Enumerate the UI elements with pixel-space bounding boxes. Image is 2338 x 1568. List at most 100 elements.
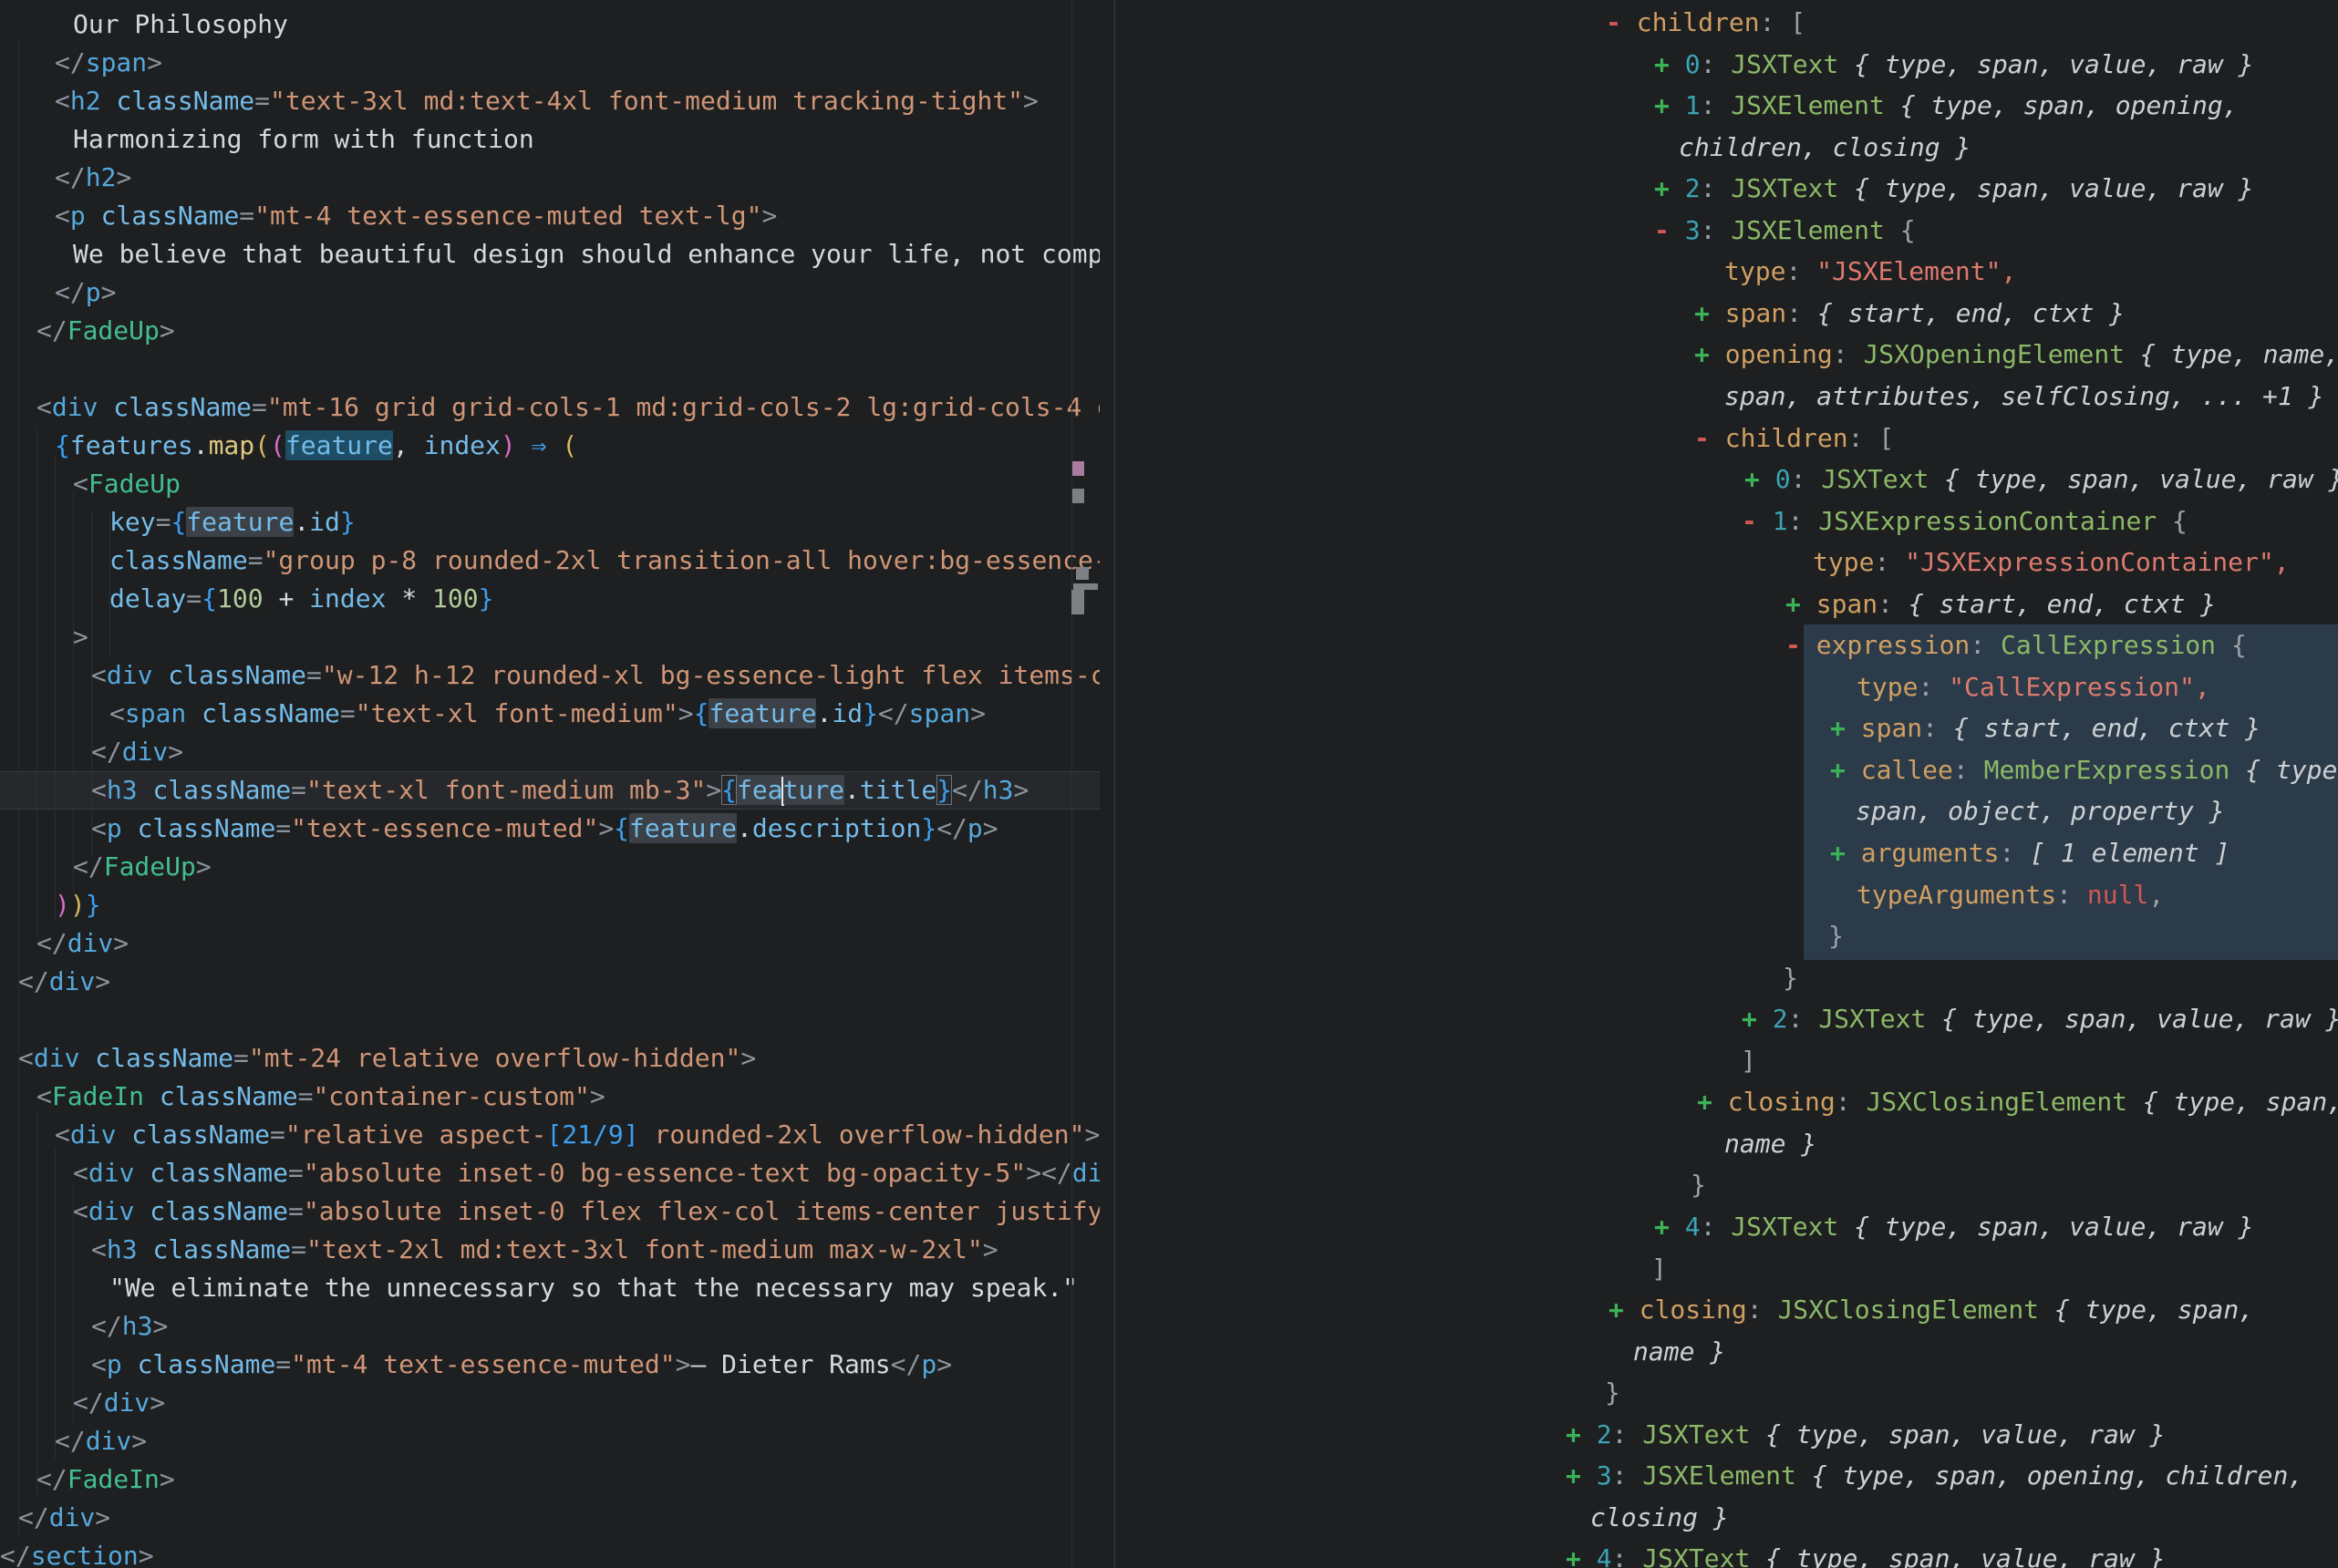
expand-icon[interactable]: + — [1830, 755, 1861, 785]
code-line[interactable]: </h3> — [91, 1307, 168, 1346]
ast-row[interactable]: + 2: JSXText { type, span, value, raw } — [1566, 1414, 2165, 1456]
code-line[interactable]: <p className="mt-4 text-essence-muted te… — [55, 197, 777, 235]
occurrence-mark — [1071, 590, 1084, 614]
ast-row[interactable]: + 4: JSXText { type, span, value, raw } — [1566, 1538, 2165, 1568]
ast-row: } — [1691, 1164, 1706, 1206]
code-line[interactable]: <FadeIn className="container-custom"> — [36, 1078, 605, 1116]
code-line[interactable]: > — [73, 618, 88, 656]
code-line[interactable]: className="group p-8 rounded-2xl transit… — [109, 542, 1100, 580]
code-line[interactable]: </div> — [55, 1422, 147, 1460]
occurrence-mark — [1072, 489, 1084, 503]
expand-icon[interactable]: + — [1566, 1543, 1597, 1568]
code-line[interactable]: </p> — [55, 273, 116, 312]
code-editor-pane[interactable]: Our Philosophy</span><h2 className="text… — [0, 0, 1100, 1568]
ast-row[interactable]: + closing: JSXClosingElement { type, spa… — [1609, 1289, 2254, 1331]
expand-icon[interactable]: + — [1744, 464, 1775, 494]
selection-mark — [1072, 461, 1084, 476]
code-line[interactable]: </div> — [36, 924, 129, 963]
ast-row[interactable]: - expression: CallExpression { — [1785, 624, 2247, 666]
ast-row: } — [1605, 1372, 1620, 1414]
expand-icon[interactable]: + — [1785, 589, 1816, 619]
code-line[interactable]: delay={100 + index * 100} — [109, 580, 493, 618]
expand-icon[interactable]: + — [1654, 1212, 1685, 1242]
ast-row[interactable]: - 1: JSXExpressionContainer { — [1742, 500, 2188, 542]
ast-tree-pane: - children: [+ 0: JSXText { type, span, … — [1115, 0, 2338, 1568]
code-line[interactable]: <h3 className="text-xl font-medium mb-3"… — [91, 771, 1029, 810]
indent-guide — [36, 1112, 37, 1495]
code-line[interactable]: Our Philosophy — [73, 5, 288, 44]
ast-row[interactable]: - 3: JSXElement { — [1654, 210, 1916, 252]
expand-icon[interactable]: + — [1742, 1004, 1773, 1034]
collapse-icon[interactable]: - — [1694, 423, 1725, 453]
code-line[interactable]: </div> — [18, 1499, 110, 1537]
ast-row: name } — [1724, 1123, 1816, 1165]
expand-icon[interactable]: + — [1830, 713, 1861, 743]
expand-icon[interactable]: + — [1654, 90, 1685, 120]
ast-row[interactable]: + span: { start, end, ctxt } — [1785, 583, 2216, 625]
code-line[interactable]: </section> — [0, 1537, 154, 1568]
code-line[interactable]: ))} — [55, 886, 101, 924]
expand-icon[interactable]: + — [1694, 298, 1725, 328]
expand-icon[interactable]: + — [1566, 1460, 1597, 1491]
ast-row[interactable]: + 2: JSXText { type, span, value, raw } — [1742, 998, 2338, 1040]
occurrence-mark — [1073, 583, 1098, 590]
expand-icon[interactable]: + — [1654, 49, 1685, 79]
code-line[interactable]: </span> — [55, 44, 162, 82]
ast-row[interactable]: + opening: JSXOpeningElement { type, nam… — [1694, 334, 2338, 376]
code-line[interactable]: <span className="text-xl font-medium">{f… — [109, 695, 986, 733]
code-line[interactable]: <p className="mt-4 text-essence-muted">—… — [91, 1346, 952, 1384]
code-line[interactable]: <div className="mt-16 grid grid-cols-1 m… — [36, 388, 1100, 427]
indent-guide — [36, 428, 37, 939]
ast-row[interactable]: + span: { start, end, ctxt } — [1694, 293, 2125, 335]
expand-icon[interactable]: + — [1694, 339, 1725, 369]
code-line[interactable]: {features.map((feature, index) ⇒ ( — [55, 427, 577, 465]
code-line[interactable]: </FadeUp> — [36, 312, 175, 350]
code-line[interactable]: "We eliminate the unnecessary so that th… — [109, 1269, 1078, 1307]
code-line[interactable]: </div> — [73, 1384, 165, 1422]
code-line[interactable]: <FadeUp — [73, 465, 181, 503]
code-line[interactable]: <p className="text-essence-muted">{featu… — [91, 810, 998, 848]
expand-icon[interactable]: + — [1654, 173, 1685, 203]
code-line[interactable]: <h3 className="text-2xl md:text-3xl font… — [91, 1231, 998, 1269]
ast-row[interactable]: - children: [ — [1694, 418, 1894, 459]
collapse-icon[interactable]: - — [1606, 7, 1637, 37]
ast-row[interactable]: + 0: JSXText { type, span, value, raw } — [1744, 459, 2338, 500]
ast-row[interactable]: + 0: JSXText { type, span, value, raw } — [1654, 44, 2253, 86]
code-line[interactable]: </h2> — [55, 159, 131, 197]
expand-icon[interactable]: + — [1697, 1087, 1728, 1117]
occurrence-mark — [1076, 567, 1089, 580]
expand-icon[interactable]: + — [1566, 1419, 1597, 1449]
indent-guide — [73, 492, 74, 893]
code-line[interactable]: <div className="relative aspect-[21/9] r… — [55, 1116, 1100, 1154]
code-line[interactable]: Harmonizing form with function — [73, 120, 534, 159]
collapse-icon[interactable]: - — [1785, 630, 1816, 660]
code-line[interactable]: </FadeUp> — [73, 848, 212, 886]
code-line[interactable]: <div className="w-12 h-12 rounded-xl bg-… — [91, 656, 1100, 695]
code-line[interactable]: <div className="absolute inset-0 flex fl… — [73, 1192, 1100, 1231]
code-line[interactable]: <div className="absolute inset-0 bg-esse… — [73, 1154, 1100, 1192]
ast-row[interactable]: + closing: JSXClosingElement { type, spa… — [1697, 1081, 2338, 1123]
code-line[interactable]: <div className="mt-24 relative overflow-… — [18, 1039, 756, 1078]
code-line[interactable]: </div> — [91, 733, 183, 771]
collapse-icon[interactable]: - — [1742, 506, 1773, 536]
ast-row: span, attributes, selfClosing, ... +1 } — [1724, 376, 2323, 418]
code-line[interactable]: We believe that beautiful design should … — [73, 235, 1100, 273]
code-line[interactable]: <h2 className="text-3xl md:text-4xl font… — [55, 82, 1039, 120]
ast-row[interactable]: + 3: JSXElement { type, span, opening, c… — [1566, 1455, 2303, 1497]
ast-row[interactable]: - children: [ — [1606, 2, 1805, 44]
expand-icon[interactable]: + — [1830, 838, 1861, 868]
ast-row[interactable]: + span: { start, end, ctxt } — [1830, 707, 2260, 749]
ast-row[interactable]: + 1: JSXElement { type, span, opening, — [1654, 85, 2239, 127]
collapse-icon[interactable]: - — [1654, 215, 1685, 245]
ast-row[interactable]: + arguments: [ 1 element ] — [1830, 832, 2229, 874]
code-line[interactable]: </FadeIn> — [36, 1460, 175, 1499]
code-line[interactable]: key={feature.id} — [109, 503, 356, 542]
ast-row[interactable]: + 2: JSXText { type, span, value, raw } — [1654, 168, 2253, 210]
ast-row[interactable]: + 4: JSXText { type, span, value, raw } — [1654, 1206, 2253, 1248]
ast-row: type: "JSXExpressionContainer", — [1813, 542, 2290, 583]
code-line[interactable]: </div> — [18, 963, 110, 1001]
expand-icon[interactable]: + — [1609, 1295, 1640, 1325]
indent-guide — [55, 1149, 56, 1459]
ast-row: } — [1783, 957, 1798, 999]
ast-row[interactable]: + callee: MemberExpression { type, — [1830, 749, 2338, 791]
